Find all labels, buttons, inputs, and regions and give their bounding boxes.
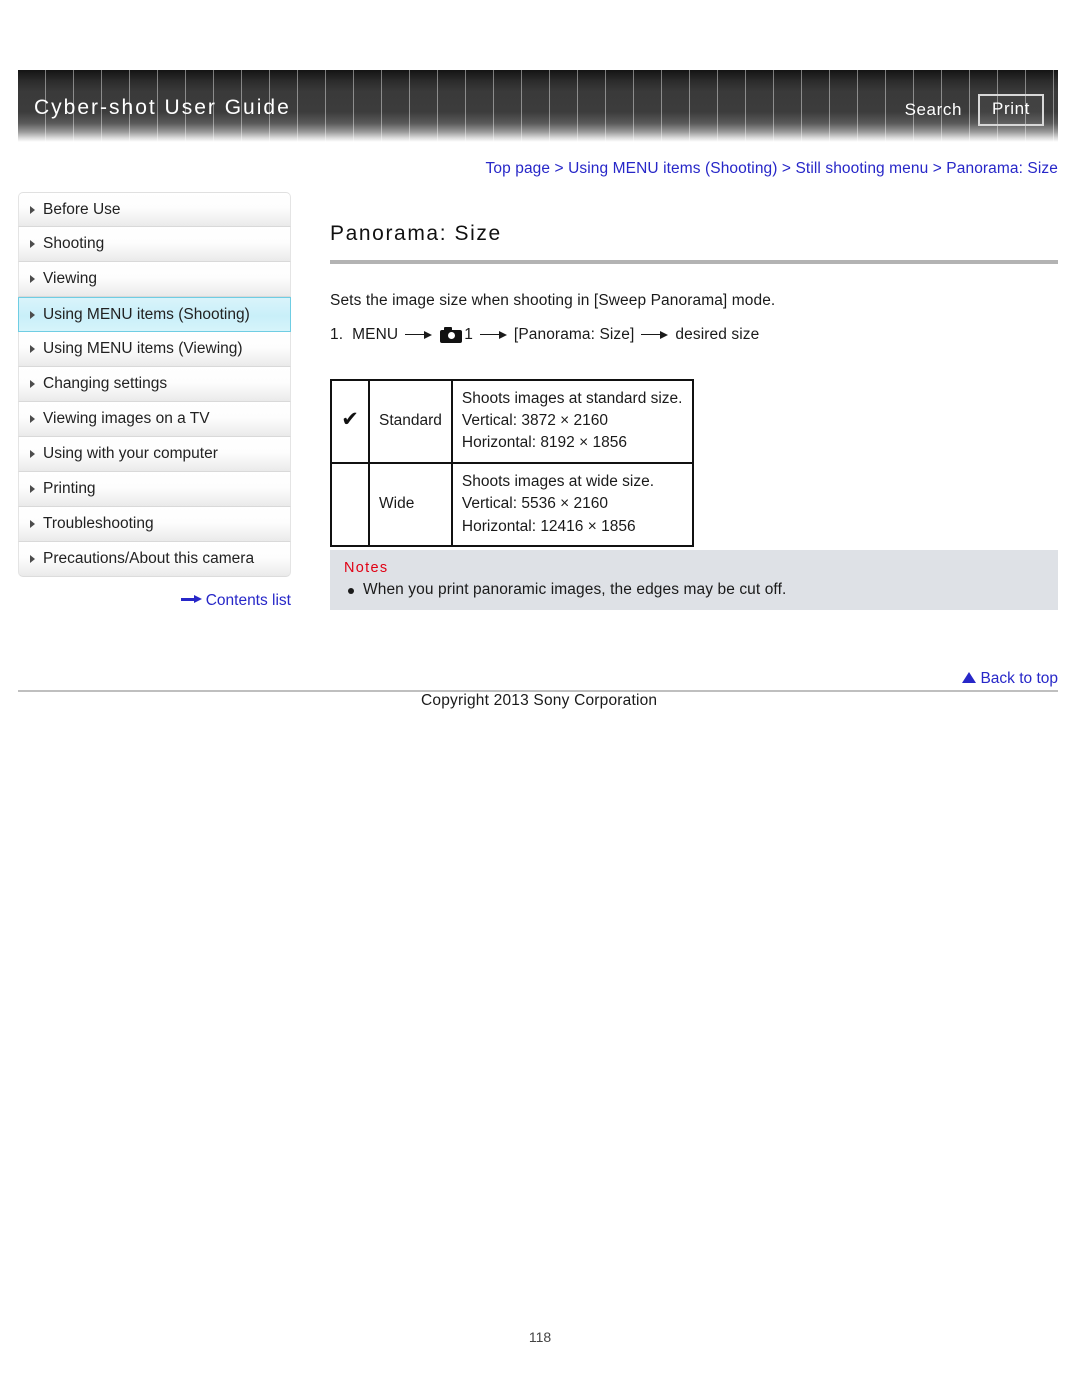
page-number: 118: [528, 1329, 552, 1345]
triangle-right-icon: [30, 275, 35, 283]
sidebar-item-label: Precautions/About this camera: [43, 550, 255, 567]
sidebar-item-label: Using MENU items (Shooting): [43, 305, 250, 323]
arrow-right-icon: [479, 330, 507, 340]
sidebar-item-printing[interactable]: Printing: [18, 472, 291, 507]
option-description-line-1: Shoots images at standard size.: [461, 389, 683, 407]
triangle-right-icon: [30, 450, 35, 458]
triangle-right-icon: [30, 310, 35, 319]
step-final-action: desired size: [675, 325, 760, 343]
sidebar-item-label: Changing settings: [43, 375, 168, 392]
triangle-right-icon: [30, 205, 35, 214]
triangle-right-icon: [30, 345, 35, 353]
procedure-step-1: 1. MENU 1 [Panorama: Size] desired size: [330, 326, 1058, 344]
option-label: Wide: [368, 461, 453, 548]
sidebar-item-before-use[interactable]: Before Use: [18, 192, 291, 227]
notes-list: When you print panoramic images, the edg…: [344, 581, 1044, 599]
sidebar-item-viewing[interactable]: Viewing: [18, 262, 291, 297]
sidebar-item-using-menu-items-shooting[interactable]: Using MENU items (Shooting): [18, 297, 291, 332]
sidebar-item-label: Viewing: [43, 270, 98, 287]
step-menu-label: MENU: [352, 325, 399, 343]
sidebar-item-changing-settings[interactable]: Changing settings: [18, 367, 291, 402]
back-to-top-label: Back to top: [980, 670, 1058, 687]
sidebar-item-label: Shooting: [43, 235, 105, 252]
notes-title: Notes: [344, 560, 389, 576]
table-row: Wide Shoots images at wide size. Vertica…: [330, 461, 694, 548]
main-content: Panorama: Size Sets the image size when …: [330, 222, 1058, 548]
sidebar-item-label: Viewing images on a TV: [43, 410, 210, 427]
option-description-line-3: Horizontal: 12416 × 1856: [461, 517, 636, 535]
notes-box: Notes When you print panoramic images, t…: [330, 550, 1058, 610]
search-link[interactable]: Search: [905, 100, 962, 120]
title-divider: [330, 260, 1058, 264]
intro-paragraph: Sets the image size when shooting in [Sw…: [330, 292, 776, 309]
default-marker-cell: [330, 461, 370, 548]
triangle-right-icon: [30, 240, 35, 248]
step-number: 1.: [330, 325, 344, 343]
triangle-up-icon: [962, 672, 977, 683]
table-row: ✔ Standard Shoots images at standard siz…: [330, 378, 694, 464]
option-description-line-3: Horizontal: 8192 × 1856: [461, 434, 627, 452]
triangle-right-icon: [30, 380, 35, 388]
option-description-line-1: Shoots images at wide size.: [461, 472, 655, 490]
panorama-size-options-table: ✔ Standard Shoots images at standard siz…: [330, 378, 694, 548]
sidebar-item-viewing-images-on-a-tv[interactable]: Viewing images on a TV: [18, 402, 291, 437]
arrow-right-icon: [405, 330, 433, 340]
triangle-right-icon: [30, 485, 35, 493]
site-header-banner: Cyber-shot User Guide Search Print: [18, 70, 1058, 142]
step-camera-tab-number: 1: [464, 325, 473, 343]
note-item: When you print panoramic images, the edg…: [344, 581, 1044, 599]
triangle-right-icon: [30, 415, 35, 423]
header-actions: Search Print: [905, 94, 1044, 126]
print-button[interactable]: Print: [978, 94, 1044, 126]
contents-list-link[interactable]: Contents list: [18, 592, 291, 610]
sidebar-item-troubleshooting[interactable]: Troubleshooting: [18, 507, 291, 542]
breadcrumb[interactable]: Top page > Using MENU items (Shooting) >…: [486, 160, 1058, 178]
option-description-line-2: Vertical: 5536 × 2160: [461, 495, 608, 513]
camera-icon: [440, 326, 463, 343]
step-menu-item: [Panorama: Size]: [513, 325, 635, 343]
arrow-right-icon: [641, 330, 669, 340]
option-description: Shoots images at wide size. Vertical: 55…: [450, 461, 694, 548]
sidebar-item-shooting[interactable]: Shooting: [18, 227, 291, 262]
sidebar-nav: Before Use Shooting Viewing Using MENU i…: [18, 192, 291, 577]
sidebar-item-using-with-your-computer[interactable]: Using with your computer: [18, 437, 291, 472]
back-to-top-link[interactable]: Back to top: [962, 670, 1058, 688]
sidebar-item-label: Printing: [43, 480, 96, 497]
sidebar-item-label: Troubleshooting: [43, 515, 154, 532]
option-description-line-2: Vertical: 3872 × 2160: [461, 411, 608, 429]
checkmark-icon: ✔: [341, 406, 359, 431]
triangle-right-icon: [30, 520, 35, 528]
copyright-text: Copyright 2013 Sony Corporation: [421, 692, 658, 709]
arrow-right-icon: [180, 595, 203, 604]
site-title: Cyber-shot User Guide: [34, 96, 291, 119]
sidebar-item-label: Before Use: [43, 200, 121, 218]
option-label: Standard: [368, 378, 453, 464]
option-description: Shoots images at standard size. Vertical…: [450, 378, 694, 464]
sidebar-item-label: Using with your computer: [43, 445, 218, 462]
sidebar-item-precautions-about-this-camera[interactable]: Precautions/About this camera: [18, 542, 291, 577]
sidebar-item-label: Using MENU items (Viewing): [43, 340, 243, 357]
sidebar-item-using-menu-items-viewing[interactable]: Using MENU items (Viewing): [18, 332, 291, 367]
contents-list-label: Contents list: [205, 592, 291, 609]
default-marker-cell: ✔: [330, 378, 370, 464]
triangle-right-icon: [30, 555, 35, 563]
page-title: Panorama: Size: [330, 222, 502, 245]
